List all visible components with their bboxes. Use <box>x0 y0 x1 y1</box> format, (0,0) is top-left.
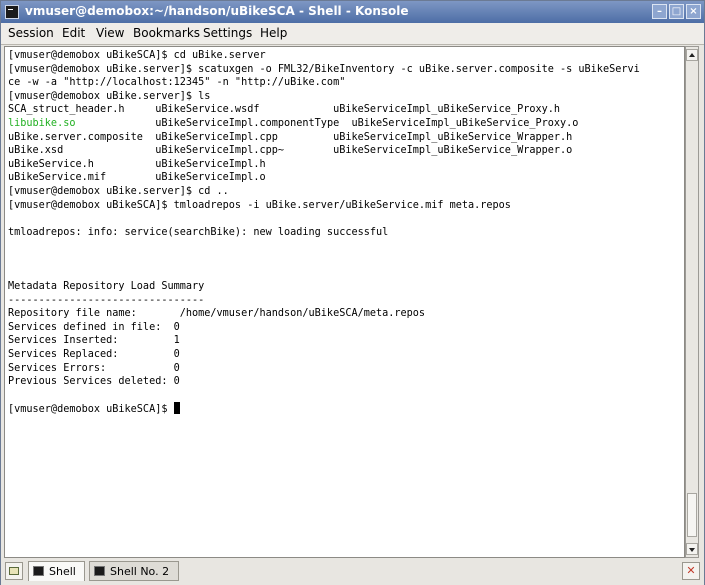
minimize-icon[interactable]: – <box>652 4 667 19</box>
terminal-line: Previous Services deleted: 0 <box>8 376 180 388</box>
terminal-line: Services Errors: 0 <box>8 362 180 374</box>
terminal-icon <box>94 566 105 576</box>
session-tab-bar: Shell Shell No. 2 ✕ <box>1 559 704 585</box>
terminal-line: tmloadrepos: info: service(searchBike): … <box>8 226 389 238</box>
konsole-window: vmuser@demobox:~/handson/uBikeSCA - Shel… <box>0 0 705 585</box>
tab-label: Shell No. 2 <box>110 565 170 578</box>
terminal-output[interactable]: [vmuser@demobox uBikeSCA]$ cd uBike.serv… <box>4 46 685 558</box>
window-title: vmuser@demobox:~/handson/uBikeSCA - Shel… <box>25 4 409 18</box>
menu-settings[interactable]: Settings <box>203 26 252 40</box>
terminal-line: Services Replaced: 0 <box>8 349 180 361</box>
terminal-line: libubike.so uBikeServiceImpl.componentTy… <box>8 117 579 129</box>
terminal-line: uBikeService.mif uBikeServiceImpl.o <box>8 172 266 184</box>
menu-edit[interactable]: Edit <box>62 26 85 40</box>
terminal-line: ce -w -a "http://localhost:12345" -n "ht… <box>8 77 346 89</box>
terminal-icon <box>33 566 44 576</box>
terminal-text: [vmuser@demobox uBikeSCA]$ cd uBike.serv… <box>8 49 640 417</box>
close-icon[interactable]: × <box>686 4 701 19</box>
tab-shell-no-2[interactable]: Shell No. 2 <box>89 561 179 581</box>
terminal-line: [vmuser@demobox uBike.server]$ scatuxgen… <box>8 63 640 75</box>
terminal-line: [vmuser@demobox uBike.server]$ cd .. <box>8 185 229 197</box>
title-bar[interactable]: vmuser@demobox:~/handson/uBikeSCA - Shel… <box>1 1 704 23</box>
terminal-line: uBike.server.composite uBikeServiceImpl.… <box>8 131 573 143</box>
menu-bar: Session Edit View Bookmarks Settings Hel… <box>1 23 704 45</box>
terminal-line: uBike.xsd uBikeServiceImpl.cpp~ uBikeSer… <box>8 145 573 157</box>
highlighted-file: libubike.so <box>8 117 76 129</box>
menu-session[interactable]: Session <box>8 26 54 40</box>
tab-shell[interactable]: Shell <box>28 561 85 581</box>
terminal-line: [vmuser@demobox uBikeSCA]$ <box>8 404 174 416</box>
konsole-terminal-icon[interactable] <box>5 5 19 19</box>
terminal-line: uBikeService.h uBikeServiceImpl.h <box>8 158 266 170</box>
scroll-up-arrow-icon[interactable] <box>686 49 698 61</box>
menu-help[interactable]: Help <box>260 26 287 40</box>
terminal-line: [vmuser@demobox uBikeSCA]$ tmloadrepos -… <box>8 199 511 211</box>
new-session-icon[interactable] <box>5 562 23 580</box>
terminal-line: [vmuser@demobox uBike.server]$ ls <box>8 90 211 102</box>
terminal-line: Metadata Repository Load Summary <box>8 281 205 293</box>
terminal-line: Services Inserted: 1 <box>8 335 180 347</box>
scrollbar-thumb[interactable] <box>687 493 697 537</box>
terminal-line: Services defined in file: 0 <box>8 321 180 333</box>
terminal-line: [vmuser@demobox uBikeSCA]$ cd uBike.serv… <box>8 50 266 61</box>
terminal-line: SCA_struct_header.h uBikeService.wsdf uB… <box>8 104 561 116</box>
menu-bookmarks[interactable]: Bookmarks <box>133 26 200 40</box>
tab-label: Shell <box>49 565 76 578</box>
scroll-down-arrow-icon[interactable] <box>686 543 698 555</box>
terminal-line: -------------------------------- <box>8 294 205 306</box>
maximize-icon[interactable]: □ <box>669 4 684 19</box>
menu-view[interactable]: View <box>96 26 124 40</box>
text-cursor <box>173 402 180 415</box>
terminal-scrollbar[interactable] <box>685 46 699 558</box>
close-session-icon[interactable]: ✕ <box>682 562 700 580</box>
terminal-line: Repository file name: /home/vmuser/hands… <box>8 308 426 320</box>
